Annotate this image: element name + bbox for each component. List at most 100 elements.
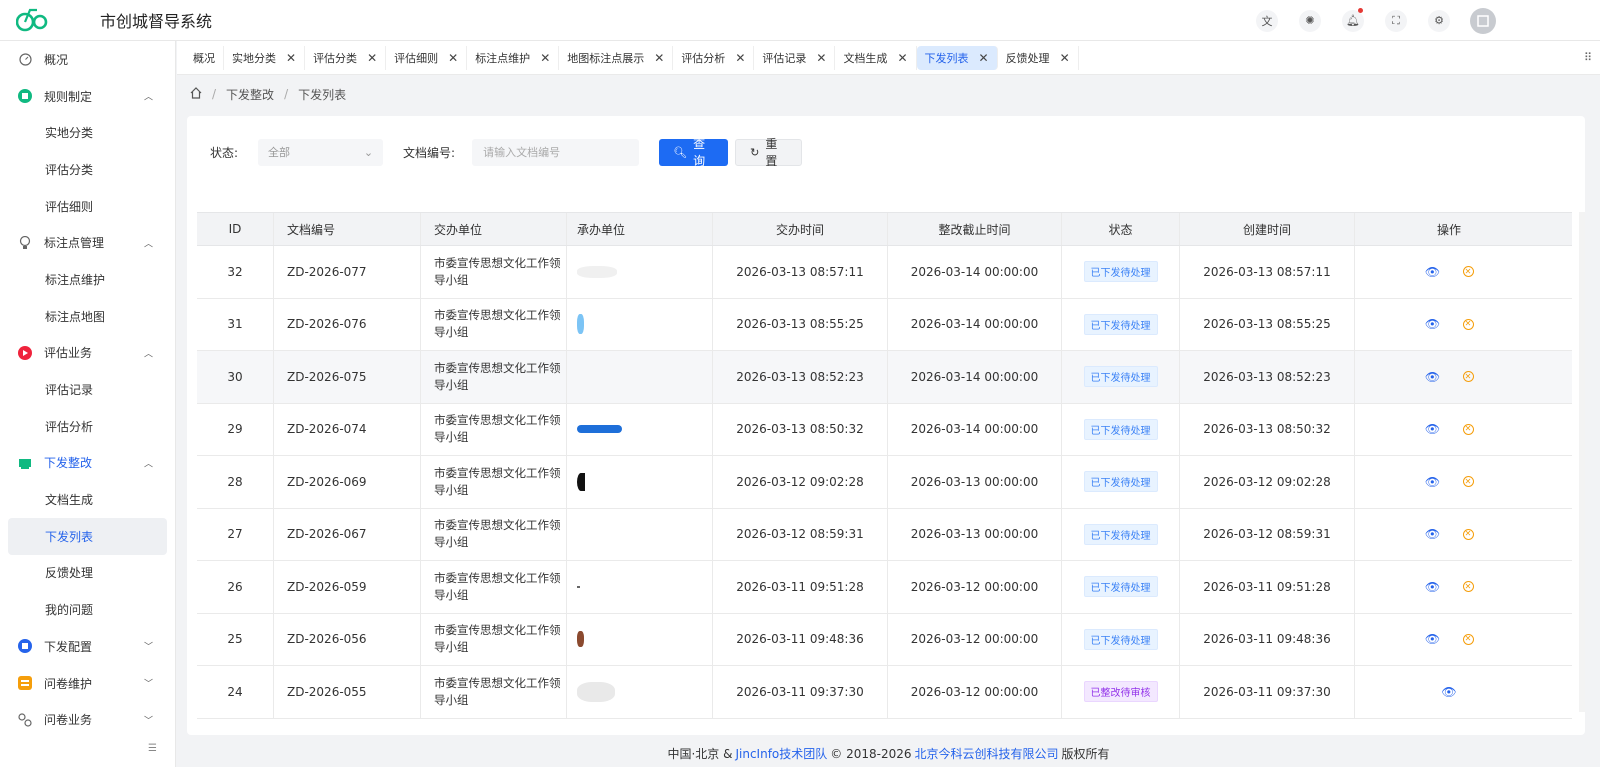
collapse-sidebar-icon[interactable]: ☰ <box>148 743 162 757</box>
sidebar-item-label: 规则制定 <box>44 89 93 104</box>
table-row[interactable]: 26 ZD-2026-059 市委宣传思想文化工作领导小组 2026-03-11 09… <box>197 561 1572 614</box>
table-row[interactable]: 32 ZD-2026-077 市委宣传思想文化工作领导小组 2026-03-13 08… <box>197 246 1572 299</box>
cancel-icon[interactable]: ✕ <box>1462 633 1474 645</box>
sidebar-item-dispatch-config[interactable]: 下发配置 ﹀ <box>0 628 175 665</box>
play-icon <box>18 345 32 360</box>
tab-feedback[interactable]: 反馈处理 ✕ <box>998 45 1079 70</box>
view-icon[interactable]: 👁︎ <box>1425 632 1441 646</box>
fullscreen-icon[interactable]: ⛶ <box>1385 9 1407 32</box>
tab-map-markers[interactable]: 地图标注点展示 ✕ <box>559 45 674 70</box>
sidebar-item-overview[interactable]: 概况 <box>0 41 175 78</box>
breadcrumb-item[interactable]: 下发整改 <box>226 86 274 103</box>
cancel-icon[interactable]: ✕ <box>1462 371 1474 383</box>
view-icon[interactable]: 👁︎ <box>1425 370 1441 384</box>
sidebar-item-field-category[interactable]: 实地分类 <box>0 114 175 151</box>
footer-team-link[interactable]: JincInfo技术团队 <box>735 745 827 762</box>
cell-assign-time: 2026-03-12 08:59:31 <box>713 508 888 560</box>
close-icon[interactable]: ✕ <box>286 51 296 65</box>
bell-icon[interactable]: 🔔︎ <box>1342 7 1364 32</box>
sidebar-item-eval-category[interactable]: 评估分类 <box>0 151 175 188</box>
table-row[interactable]: 27 ZD-2026-067 市委宣传思想文化工作领导小组 2026-03-12 08… <box>197 508 1572 561</box>
close-icon[interactable]: ✕ <box>540 51 550 65</box>
close-icon[interactable]: ✕ <box>735 51 745 65</box>
sidebar-item-eval-analysis[interactable]: 评估分析 <box>0 408 175 445</box>
footer-company-link[interactable]: 北京今科云创科技有限公司 <box>915 745 1059 762</box>
close-icon[interactable]: ✕ <box>816 51 826 65</box>
more-tabs-icon[interactable]: ⠿ <box>1584 51 1592 64</box>
view-icon[interactable]: 👁︎ <box>1425 422 1441 436</box>
sidebar-item-my-issues[interactable]: 我的问题 <box>0 591 175 628</box>
sidebar-item-eval-business[interactable]: 评估业务 ︿ <box>0 335 175 372</box>
chevron-up-icon: ︿ <box>143 349 153 360</box>
tab-doc-gen[interactable]: 文档生成 ✕ <box>835 45 917 70</box>
theme-icon[interactable]: ✺ <box>1299 9 1321 32</box>
cell-assigning-unit: 市委宣传思想文化工作领导小组 <box>421 666 567 718</box>
cancel-icon[interactable]: ✕ <box>1462 318 1474 330</box>
table-row[interactable]: 25 ZD-2026-056 市委宣传思想文化工作领导小组 2026-03-11 09… <box>197 613 1572 666</box>
home-icon[interactable] <box>190 86 202 102</box>
cancel-icon[interactable]: ✕ <box>1462 266 1474 278</box>
cancel-icon[interactable]: ✕ <box>1462 423 1474 435</box>
doc-number-input[interactable] <box>472 138 640 166</box>
sidebar-item-eval-records[interactable]: 评估记录 <box>0 371 175 408</box>
tab-dispatch-list[interactable]: 下发列表 ✕ <box>916 45 998 70</box>
status-badge: 已下发待处理 <box>1083 523 1158 545</box>
refresh-icon: ↻ <box>750 145 760 159</box>
view-icon[interactable]: 👁︎ <box>1425 475 1441 489</box>
sidebar-item-dispatch[interactable]: 下发整改 ︿ <box>0 445 175 482</box>
table-row[interactable]: 24 ZD-2026-055 市委宣传思想文化工作领导小组 2026-03-11 09… <box>197 666 1572 719</box>
cell-status: 已整改待审核 <box>1062 666 1180 718</box>
view-icon[interactable]: 👁︎ <box>1425 265 1441 279</box>
status-select[interactable]: 全部 ⌄ <box>258 138 384 166</box>
table-row[interactable]: 30 ZD-2026-075 市委宣传思想文化工作领导小组 2026-03-13 08… <box>197 351 1572 404</box>
sidebar-item-feedback[interactable]: 反馈处理 <box>0 555 175 592</box>
sidebar-item-survey-biz[interactable]: 问卷业务 ﹀ <box>0 701 175 738</box>
close-icon[interactable]: ✕ <box>448 51 458 65</box>
sidebar-item-dispatch-list[interactable]: 下发列表 <box>8 517 167 555</box>
view-icon[interactable]: 👁︎ <box>1425 527 1441 541</box>
cell-id: 25 <box>197 613 274 665</box>
close-icon[interactable]: ✕ <box>897 51 907 65</box>
cancel-icon[interactable]: ✕ <box>1462 581 1474 593</box>
close-icon[interactable]: ✕ <box>1060 51 1070 65</box>
cell-assigning-unit: 市委宣传思想文化工作领导小组 <box>421 456 567 508</box>
sidebar-item-marker-mgmt[interactable]: 标注点管理 ︿ <box>0 224 175 261</box>
view-icon[interactable]: 👁︎ <box>1441 685 1457 699</box>
sidebar-item-survey[interactable]: 问卷维护 ﹀ <box>0 665 175 702</box>
view-icon[interactable]: 👁︎ <box>1425 580 1441 594</box>
cancel-icon[interactable]: ✕ <box>1462 528 1474 540</box>
close-icon[interactable]: ✕ <box>654 51 664 65</box>
table-scrollbar[interactable] <box>1579 212 1585 712</box>
table-row[interactable]: 29 ZD-2026-074 市委宣传思想文化工作领导小组 2026-03-13 08… <box>197 403 1572 456</box>
tab-overview[interactable]: 概况 <box>185 45 224 70</box>
tab-field-category[interactable]: 实地分类 ✕ <box>224 45 306 70</box>
tab-marker-maintain[interactable]: 标注点维护 ✕ <box>467 45 560 70</box>
tab-eval-rules[interactable]: 评估细则 ✕ <box>386 45 468 70</box>
sidebar-item-label: 我的问题 <box>45 603 94 618</box>
sidebar-item-label: 评估细则 <box>45 199 94 214</box>
tab-eval-records[interactable]: 评估记录 ✕ <box>754 45 836 70</box>
chevron-down-icon: ﹀ <box>143 642 153 653</box>
view-icon[interactable]: 👁︎ <box>1425 317 1441 331</box>
close-icon[interactable]: ✕ <box>979 51 989 65</box>
tab-eval-category[interactable]: 评估分类 ✕ <box>305 45 387 70</box>
sidebar-item-marker-map[interactable]: 标注点地图 <box>0 298 175 335</box>
tab-label: 下发列表 <box>924 51 969 65</box>
sidebar-item-marker-maintain[interactable]: 标注点维护 <box>0 261 175 298</box>
cancel-icon[interactable]: ✕ <box>1462 476 1474 488</box>
avatar[interactable] <box>1470 7 1496 34</box>
app-title: 市创城督导系统 <box>100 12 213 31</box>
close-icon[interactable]: ✕ <box>367 51 377 65</box>
sidebar-item-eval-rules[interactable]: 评估细则 <box>0 188 175 225</box>
sidebar-item-doc-gen[interactable]: 文档生成 <box>0 481 175 518</box>
cell-handling-unit <box>567 246 713 298</box>
table-row[interactable]: 31 ZD-2026-076 市委宣传思想文化工作领导小组 2026-03-13 08… <box>197 298 1572 351</box>
tab-eval-analysis[interactable]: 评估分析 ✕ <box>673 45 755 70</box>
gear-icon[interactable]: ⚙ <box>1428 9 1450 32</box>
table-row[interactable]: 28 ZD-2026-069 市委宣传思想文化工作领导小组 2026-03-12 09… <box>197 456 1572 509</box>
reset-button[interactable]: ↻ 重置 <box>735 137 803 168</box>
sidebar-item-rules[interactable]: 规则制定 ︿ <box>0 78 175 115</box>
translate-icon[interactable]: 文 <box>1256 9 1278 32</box>
cell-id: 32 <box>197 246 274 298</box>
query-button[interactable]: 🔍︎ 查询 <box>659 137 729 168</box>
